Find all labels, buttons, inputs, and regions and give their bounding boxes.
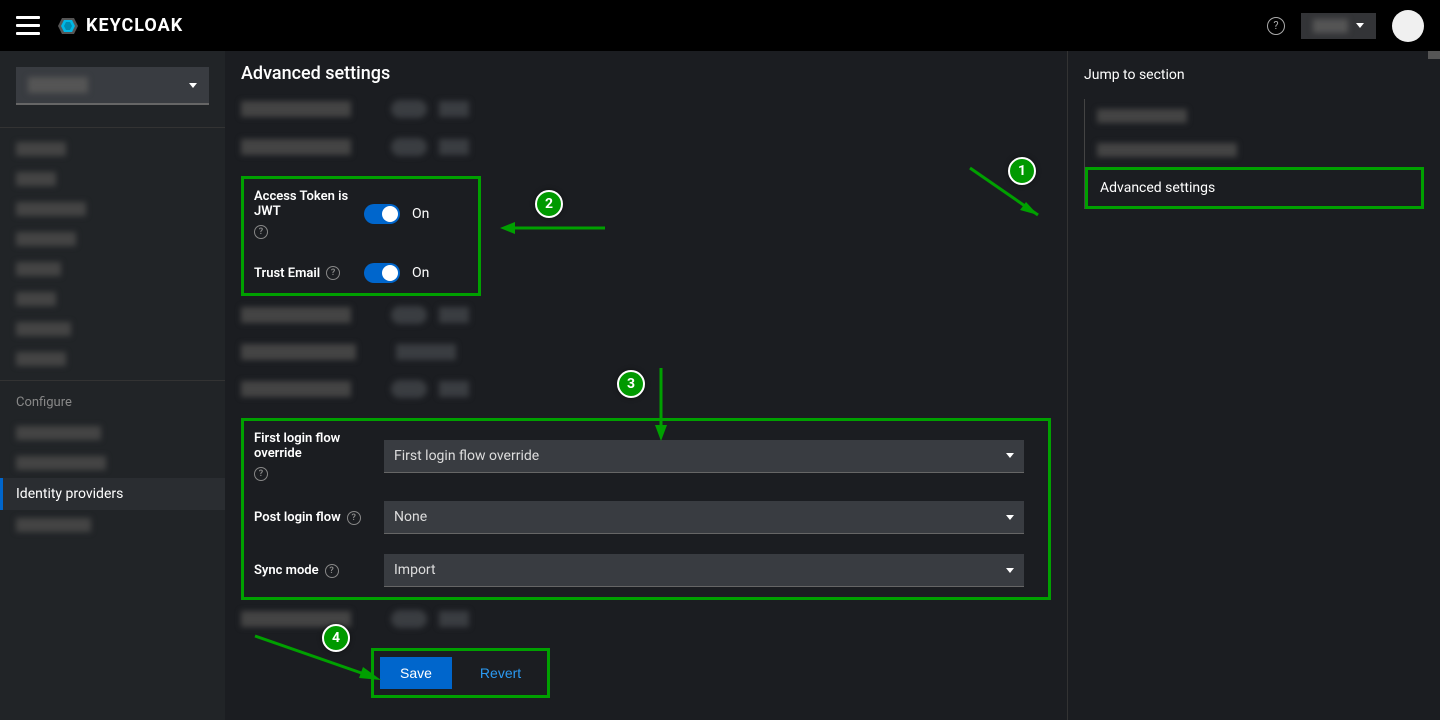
post-login-flow-label: Post login flow ? [254,510,384,525]
access-token-jwt-toggle[interactable] [364,204,400,224]
sidebar-item[interactable] [0,164,225,194]
arrow-2 [495,218,610,238]
blurred-setting [241,100,1051,118]
revert-button[interactable]: Revert [460,657,541,689]
blurred-setting [241,306,1051,324]
arrow-3 [651,363,671,443]
sidebar-item[interactable] [0,134,225,164]
chevron-down-icon [1006,568,1014,573]
realm-select[interactable] [16,67,209,105]
blurred-setting [241,610,1051,628]
access-token-jwt-label: Access Token is JWT ? [254,189,364,239]
chevron-down-icon [1006,453,1014,458]
save-button[interactable]: Save [380,657,452,689]
keycloak-logo-icon [56,14,80,38]
sidebar-item[interactable] [0,344,225,374]
avatar[interactable] [1392,10,1424,42]
highlight-box-selects: First login flow override ? First login … [241,418,1051,600]
user-dropdown[interactable] [1301,13,1376,39]
post-login-flow-select[interactable]: None [384,501,1024,534]
content-wrapper: Advanced settings Access Token is JWT ? [225,51,1440,720]
access-token-jwt-toggle-wrapper: On [364,204,468,224]
sidebar-item[interactable] [0,254,225,284]
annotation-3: 3 [617,370,645,398]
header-left: KEYCLOAK [16,14,183,38]
main-layout: Configure Identity providers Advanced se… [0,51,1440,720]
chevron-down-icon [1006,515,1014,520]
annotation-4: 4 [322,624,350,652]
sidebar-item[interactable] [0,418,225,448]
help-icon[interactable]: ? [347,511,361,525]
annotation-1: 1 [1008,157,1036,185]
sidebar-item[interactable] [0,284,225,314]
arrow-4 [245,628,390,688]
sidebar-item[interactable] [0,510,225,540]
menu-icon[interactable] [16,14,40,38]
header-right: ? [1267,10,1424,42]
logo-text: KEYCLOAK [86,15,183,36]
scroll-track[interactable] [1428,51,1440,720]
blurred-setting [241,344,1051,360]
chevron-down-icon [189,83,197,88]
trust-email-toggle-wrapper: On [364,263,468,283]
content-main: Advanced settings Access Token is JWT ? [225,51,1067,720]
sidebar-item-identity-providers[interactable]: Identity providers [0,478,225,510]
sidebar-item[interactable] [0,448,225,478]
help-icon[interactable]: ? [326,266,340,280]
annotation-2: 2 [535,190,563,218]
section-title: Advanced settings [241,63,1051,84]
header: KEYCLOAK ? [0,0,1440,51]
highlight-box-buttons: Save Revert [371,648,550,698]
jump-item[interactable] [1085,133,1424,167]
chevron-down-icon [1356,23,1364,28]
sync-mode-label: Sync mode ? [254,563,384,578]
jump-list: Advanced settings [1084,99,1424,209]
sidebar-item[interactable] [0,194,225,224]
logo[interactable]: KEYCLOAK [56,14,183,38]
help-icon[interactable]: ? [254,467,268,481]
jump-item[interactable] [1085,99,1424,133]
blurred-setting [241,138,1051,156]
help-icon[interactable]: ? [325,564,339,578]
toggle-state: On [412,265,429,281]
sidebar-item[interactable] [0,314,225,344]
trust-email-label: Trust Email ? [254,266,364,281]
sync-mode-select[interactable]: Import [384,554,1024,587]
sidebar-item-label: Identity providers [16,486,123,502]
first-login-flow-select[interactable]: First login flow override [384,440,1024,473]
highlight-box-toggles: Access Token is JWT ? On Trust Email ? [241,176,481,296]
sidebar-item[interactable] [0,224,225,254]
jump-title: Jump to section [1084,67,1424,83]
sidebar-section-label: Configure [0,387,225,418]
toggle-state: On [412,206,429,222]
jump-panel: Jump to section Advanced settings [1067,51,1440,720]
jump-item-advanced-settings[interactable]: Advanced settings [1085,167,1424,209]
trust-email-toggle[interactable] [364,263,400,283]
help-icon[interactable]: ? [254,225,268,239]
sidebar: Configure Identity providers [0,51,225,720]
arrow-1 [960,160,1050,230]
blurred-setting [241,380,1051,398]
first-login-flow-label: First login flow override ? [254,431,384,481]
help-icon[interactable]: ? [1267,17,1285,35]
